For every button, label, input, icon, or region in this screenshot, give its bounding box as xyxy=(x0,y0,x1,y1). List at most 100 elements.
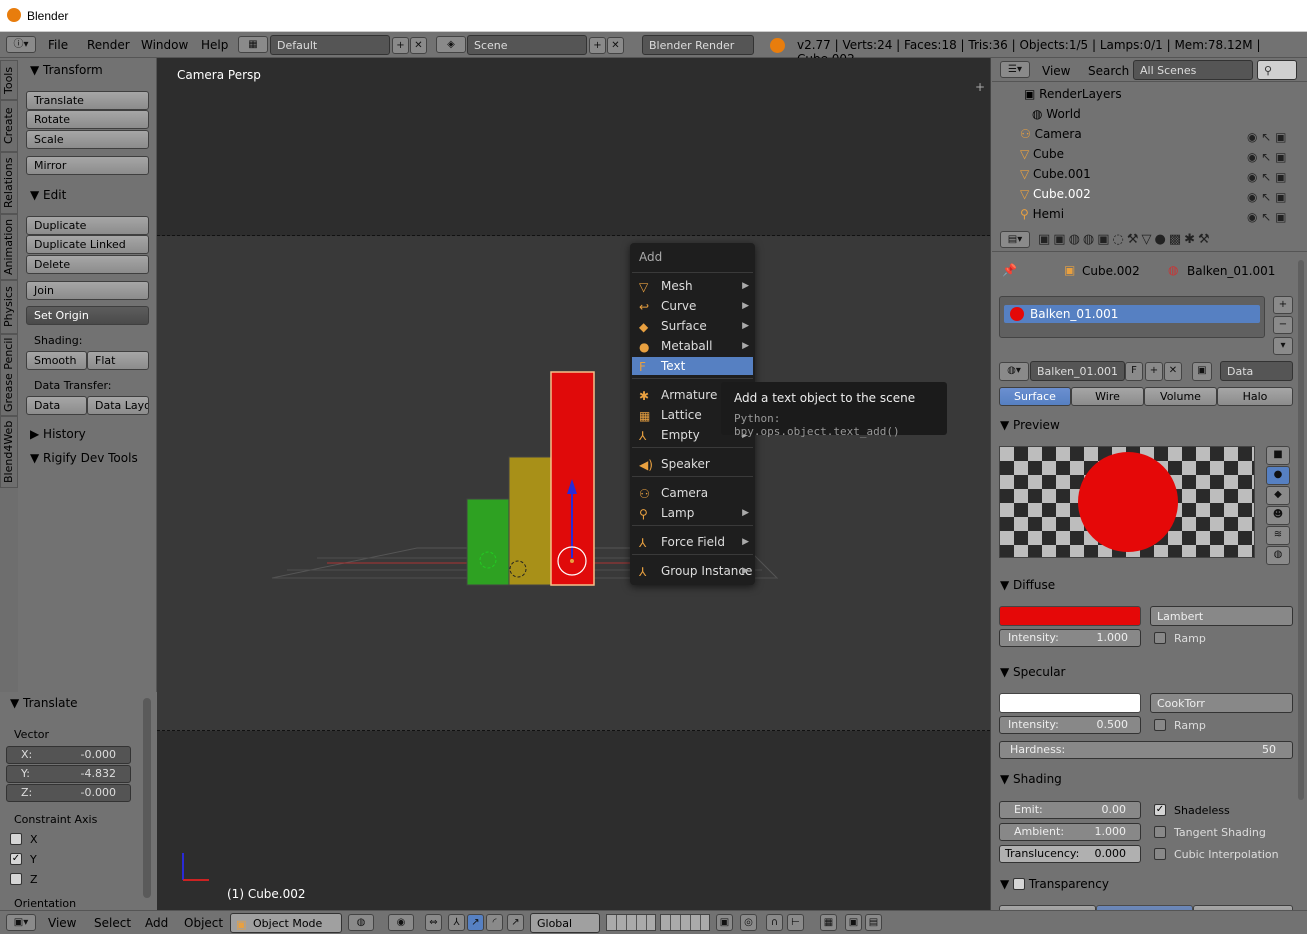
pin-icon[interactable]: 📌 xyxy=(1002,263,1017,277)
add-scene-icon[interactable]: + xyxy=(589,37,606,54)
translucency-field[interactable]: Translucency: 0.000 xyxy=(999,845,1141,863)
diffuse-color-field[interactable] xyxy=(999,606,1141,626)
properties-editor-icon[interactable]: ▤▾ xyxy=(1000,231,1030,248)
scale-manipulator-icon[interactable]: ◜ xyxy=(486,914,503,931)
outliner-scenes-select[interactable]: All Scenes xyxy=(1133,60,1253,80)
scene-icon[interactable]: ◈ xyxy=(436,36,466,53)
specular-header[interactable]: ▼ Specular xyxy=(1000,665,1066,679)
select-menu[interactable]: Select xyxy=(94,916,131,930)
tab-grease-pencil[interactable]: Grease Pencil xyxy=(0,334,18,416)
set-origin-select[interactable]: Set Origin xyxy=(26,306,149,325)
shadeless-checkbox[interactable]: ✓ xyxy=(1154,804,1166,816)
render-still-icon[interactable]: ▣ xyxy=(845,914,862,931)
tab-volume[interactable]: Volume xyxy=(1144,387,1217,406)
duplicate-linked-button[interactable]: Duplicate Linked xyxy=(26,235,149,254)
data-layout-button[interactable]: Data Layo xyxy=(87,396,149,415)
diffuse-intensity-field[interactable]: Intensity: 1.000 xyxy=(999,629,1141,647)
view-menu[interactable]: View xyxy=(48,916,76,930)
menu-item-text[interactable]: F Text xyxy=(632,357,753,375)
transform-header[interactable]: ▼ Transform xyxy=(30,63,103,77)
scale-button[interactable]: Scale xyxy=(26,130,149,149)
snap-element-icon[interactable]: ⊢ xyxy=(787,914,804,931)
node-icon[interactable]: ▣ xyxy=(1192,362,1212,381)
rigify-header[interactable]: ▼ Rigify Dev Tools xyxy=(30,451,138,465)
tab-surface[interactable]: Surface xyxy=(999,387,1071,406)
viewport-shading-icon[interactable]: ◍ xyxy=(348,914,374,931)
render-engine-select[interactable]: Blender Render xyxy=(642,35,754,55)
add-menu-button[interactable]: Add xyxy=(145,916,168,930)
lock-layers-icon[interactable]: ▣ xyxy=(716,914,733,931)
mirror-button[interactable]: Mirror xyxy=(26,156,149,175)
emit-field[interactable]: Emit: 0.00 xyxy=(999,801,1141,819)
outliner-row[interactable]: ◍ World xyxy=(992,104,1295,124)
cubic-interpolation-checkbox[interactable] xyxy=(1154,848,1166,860)
preview-flat-icon[interactable]: ■ xyxy=(1266,446,1290,465)
vector-z-field[interactable]: Z: -0.000 xyxy=(6,784,131,802)
preview-sky-icon[interactable]: ◍ xyxy=(1266,546,1290,565)
properties-scrollbar[interactable] xyxy=(1298,260,1304,800)
tab-create[interactable]: Create xyxy=(0,100,18,152)
viewport-editor-icon[interactable]: ▣▾ xyxy=(6,914,36,931)
tab-halo[interactable]: Halo xyxy=(1217,387,1293,406)
menu-window[interactable]: Window xyxy=(141,38,188,52)
tab-blend4web[interactable]: Blend4Web xyxy=(0,416,18,488)
specular-intensity-field[interactable]: Intensity: 0.500 xyxy=(999,716,1141,734)
ambient-field[interactable]: Ambient: 1.000 xyxy=(999,823,1141,841)
snap-target-icon[interactable]: ▦ xyxy=(820,914,837,931)
constraint-x-checkbox[interactable] xyxy=(10,833,22,845)
transparency-checkbox[interactable] xyxy=(1013,878,1026,890)
vector-x-field[interactable]: X: -0.000 xyxy=(6,746,131,764)
operator-header[interactable]: ▼ Translate xyxy=(10,696,78,710)
properties-context-icon[interactable]: ▣▣◍◍▣◌⚒▽●▩✱⚒ xyxy=(1038,232,1213,247)
editor-type-icon[interactable]: ⓘ▾ xyxy=(6,36,36,53)
remove-slot-icon[interactable]: − xyxy=(1273,316,1293,334)
menu-item-surface[interactable]: ◆ Surface ▶ xyxy=(632,317,753,335)
shading-header[interactable]: ▼ Shading xyxy=(1000,772,1062,786)
add-slot-icon[interactable]: + xyxy=(1273,296,1293,314)
constraint-z-checkbox[interactable] xyxy=(10,873,22,885)
smooth-button[interactable]: Smooth xyxy=(26,351,87,370)
menu-item-mesh[interactable]: ▽ Mesh ▶ xyxy=(632,277,753,295)
mode-select[interactable]: ▣ Object Mode xyxy=(230,913,342,933)
menu-item-force-field[interactable]: ⅄ Force Field ▶ xyxy=(632,533,753,551)
layers-grid-icon[interactable] xyxy=(660,914,710,931)
rotate-button[interactable]: Rotate xyxy=(26,110,149,129)
outliner-editor-icon[interactable]: ☰▾ xyxy=(1000,61,1030,78)
layout-field[interactable]: Default xyxy=(270,35,390,55)
material-slot-selected[interactable]: Balken_01.001 xyxy=(1004,305,1260,323)
proportional-edit-icon[interactable]: ◎ xyxy=(740,914,757,931)
tab-relations[interactable]: Relations xyxy=(0,152,18,214)
data-transfer-button[interactable]: Data xyxy=(26,396,87,415)
preview-monkey-icon[interactable]: ☻ xyxy=(1266,506,1290,525)
tab-tools[interactable]: Tools xyxy=(0,60,18,100)
duplicate-button[interactable]: Duplicate xyxy=(26,216,149,235)
unlink-material-icon[interactable]: ✕ xyxy=(1164,362,1182,381)
3d-viewport[interactable]: Camera Persp (1) Cube.002 + xyxy=(157,58,990,910)
pivot-point-icon[interactable]: ◉ xyxy=(388,914,414,931)
tab-animation[interactable]: Animation xyxy=(0,214,18,280)
tab-physics[interactable]: Physics xyxy=(0,280,18,334)
menu-item-curve[interactable]: ↩ Curve ▶ xyxy=(632,297,753,315)
material-browse-icon[interactable]: ◍▾ xyxy=(999,362,1029,381)
material-name-field[interactable]: Balken_01.001 xyxy=(1030,361,1125,381)
delete-button[interactable]: Delete xyxy=(26,255,149,274)
manipulator-extra-icon[interactable]: ↗ xyxy=(507,914,524,931)
close-layout-icon[interactable]: ✕ xyxy=(410,37,427,54)
screen-layout-icon[interactable]: ▦ xyxy=(238,36,268,53)
diffuse-header[interactable]: ▼ Diffuse xyxy=(1000,578,1055,592)
menu-file[interactable]: File xyxy=(48,38,68,52)
diffuse-ramp-checkbox[interactable] xyxy=(1154,632,1166,644)
rotate-manipulator-icon[interactable]: ↗ xyxy=(467,914,484,931)
outliner-view-menu[interactable]: View xyxy=(1042,64,1070,78)
menu-item-lamp[interactable]: ⚲ Lamp ▶ xyxy=(632,504,753,522)
layers-grid-icon[interactable] xyxy=(606,914,656,931)
flat-button[interactable]: Flat xyxy=(87,351,149,370)
specular-shader-select[interactable]: CookTorr xyxy=(1150,693,1293,713)
render-animation-icon[interactable]: ▤ xyxy=(865,914,882,931)
menu-item-group-instance[interactable]: ⅄ Group Instance ▶ xyxy=(632,562,753,580)
edit-header[interactable]: ▼ Edit xyxy=(30,188,66,202)
snap-icon[interactable]: ∩ xyxy=(766,914,783,931)
orientation-select[interactable]: Global xyxy=(530,913,600,933)
menu-help[interactable]: Help xyxy=(201,38,228,52)
menu-item-metaball[interactable]: ● Metaball ▶ xyxy=(632,337,753,355)
